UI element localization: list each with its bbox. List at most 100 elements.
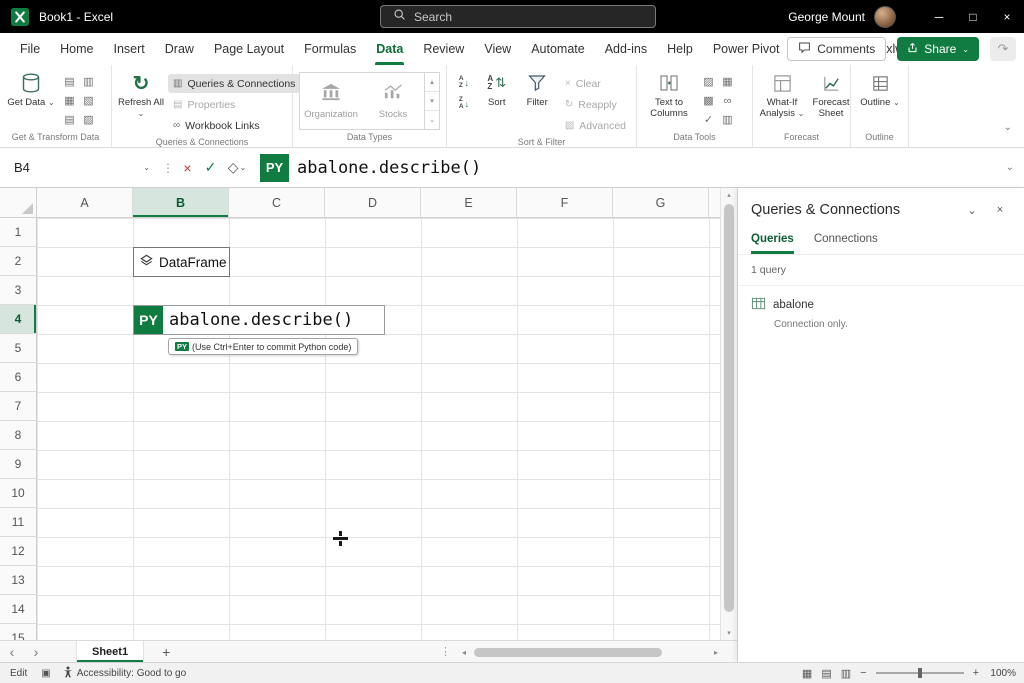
close-button[interactable]: × bbox=[990, 0, 1024, 33]
sort-az-button[interactable]: AZ ↓ bbox=[453, 73, 475, 92]
expand-formula-bar-button[interactable]: ⌄ bbox=[1006, 162, 1014, 173]
queries-connections-button[interactable]: ▥ Queries & Connections bbox=[168, 74, 300, 93]
text-to-columns-button[interactable]: Text to Columns bbox=[643, 69, 695, 119]
add-sheet-button[interactable]: + bbox=[162, 644, 170, 660]
column-header-b[interactable]: B bbox=[133, 188, 229, 218]
vertical-scrollbar[interactable]: ▴ ▾ bbox=[720, 188, 737, 640]
from-web-icon[interactable]: ▦ bbox=[60, 91, 79, 110]
sort-za-button[interactable]: ZA ↓ bbox=[453, 94, 475, 113]
normal-view-icon[interactable]: ▦ bbox=[802, 667, 812, 680]
existing-connections-icon[interactable]: ▧ bbox=[79, 91, 98, 110]
excel-app-icon[interactable] bbox=[10, 7, 30, 27]
tab-formulas[interactable]: Formulas bbox=[294, 33, 366, 65]
prev-sheet-button[interactable]: ‹ bbox=[0, 642, 24, 662]
relationships-icon[interactable]: ∞ bbox=[718, 91, 737, 110]
row-header-15[interactable]: 15 bbox=[0, 624, 37, 640]
refresh-all-button[interactable]: ↻ Refresh All ⌄ bbox=[118, 69, 164, 119]
sheet-tab-sheet1[interactable]: Sheet1 bbox=[76, 641, 144, 662]
row-header-1[interactable]: 1 bbox=[0, 218, 37, 247]
tab-add-ins[interactable]: Add-ins bbox=[595, 33, 657, 65]
zoom-slider[interactable] bbox=[876, 672, 964, 674]
row-header-9[interactable]: 9 bbox=[0, 450, 37, 479]
column-header-f[interactable]: F bbox=[517, 188, 613, 218]
column-header-a[interactable]: A bbox=[37, 188, 133, 218]
tab-file[interactable]: File bbox=[10, 33, 50, 65]
tab-page-layout[interactable]: Page Layout bbox=[204, 33, 294, 65]
tab-home[interactable]: Home bbox=[50, 33, 103, 65]
flash-fill-icon[interactable]: ▨ bbox=[699, 72, 718, 91]
cell-b2-dataframe[interactable]: DataFrame bbox=[133, 247, 230, 277]
cell-b4-edit[interactable]: PY abalone.describe() bbox=[133, 305, 385, 335]
consolidate-icon[interactable]: ▦ bbox=[718, 72, 737, 91]
minimize-button[interactable]: ─ bbox=[922, 0, 956, 33]
get-data-button[interactable]: Get Data ⌄ bbox=[6, 69, 56, 108]
data-type-button[interactable]: ◇ ⌄ bbox=[222, 159, 252, 176]
query-list-item[interactable]: abalone bbox=[738, 286, 1024, 316]
sheet-bar-divider[interactable]: ⋮ bbox=[440, 645, 451, 658]
row-header-12[interactable]: 12 bbox=[0, 537, 37, 566]
vertical-scrollbar-thumb[interactable] bbox=[724, 204, 734, 612]
pane-close-icon[interactable]: × bbox=[986, 204, 1014, 216]
row-header-8[interactable]: 8 bbox=[0, 421, 37, 450]
tab-data[interactable]: Data bbox=[366, 33, 413, 65]
page-layout-view-icon[interactable]: ▤ bbox=[821, 667, 831, 680]
replay-button[interactable]: ↷ bbox=[990, 37, 1016, 61]
column-header-c[interactable]: C bbox=[229, 188, 325, 218]
scroll-left-icon[interactable]: ◂ bbox=[458, 648, 470, 657]
row-header-11[interactable]: 11 bbox=[0, 508, 37, 537]
zoom-level[interactable]: 100% bbox=[988, 668, 1016, 679]
horizontal-scrollbar-thumb[interactable] bbox=[474, 648, 662, 657]
select-all-corner[interactable] bbox=[0, 188, 37, 218]
cells-canvas[interactable]: DataFrame PY abalone.describe() PY (Use … bbox=[37, 218, 737, 640]
pane-options-chevron-icon[interactable]: ⌄ bbox=[958, 204, 986, 217]
row-header-2[interactable]: 2 bbox=[0, 247, 37, 276]
pane-tab-connections[interactable]: Connections bbox=[814, 233, 878, 254]
row-header-13[interactable]: 13 bbox=[0, 566, 37, 595]
outline-button[interactable]: Outline ⌄ bbox=[857, 69, 903, 108]
cancel-button[interactable]: × bbox=[176, 160, 199, 176]
name-box[interactable]: B4 ⌄ bbox=[0, 148, 160, 188]
filter-button[interactable]: Filter bbox=[519, 69, 556, 108]
organization-data-type[interactable]: Organization bbox=[300, 73, 362, 129]
gallery-more-button[interactable]: ⌄ bbox=[425, 111, 439, 129]
scroll-right-icon[interactable]: ▸ bbox=[710, 648, 722, 657]
row-header-6[interactable]: 6 bbox=[0, 363, 37, 392]
avatar[interactable] bbox=[874, 6, 896, 28]
formula-input[interactable]: abalone.describe() bbox=[297, 158, 481, 178]
column-header-e[interactable]: E bbox=[421, 188, 517, 218]
zoom-out-button[interactable]: − bbox=[860, 667, 866, 679]
from-picture-icon[interactable]: ▨ bbox=[79, 110, 98, 129]
row-header-5[interactable]: 5 bbox=[0, 334, 37, 363]
from-text-csv-icon[interactable]: ▤ bbox=[60, 72, 79, 91]
advanced-filter-button[interactable]: ▧ Advanced bbox=[560, 116, 631, 135]
row-header-10[interactable]: 10 bbox=[0, 479, 37, 508]
tab-help[interactable]: Help bbox=[657, 33, 703, 65]
share-button[interactable]: Share ⌄ bbox=[897, 37, 979, 61]
tab-review[interactable]: Review bbox=[413, 33, 474, 65]
scroll-up-icon[interactable]: ▴ bbox=[721, 191, 737, 199]
zoom-in-button[interactable]: + bbox=[973, 667, 979, 679]
row-header-4[interactable]: 4 bbox=[0, 305, 37, 334]
column-header-d[interactable]: D bbox=[325, 188, 421, 218]
properties-button[interactable]: ▤ Properties bbox=[168, 95, 300, 114]
stocks-data-type[interactable]: Stocks bbox=[362, 73, 424, 129]
tab-insert[interactable]: Insert bbox=[104, 33, 155, 65]
reapply-button[interactable]: ↻ Reapply bbox=[560, 95, 631, 114]
pane-tab-queries[interactable]: Queries bbox=[751, 233, 794, 254]
gallery-scroll-down-button[interactable]: ▾ bbox=[425, 92, 439, 111]
tab-power-pivot[interactable]: Power Pivot bbox=[703, 33, 790, 65]
accessibility-checker[interactable]: Accessibility: Good to go bbox=[63, 666, 187, 681]
user-name[interactable]: George Mount bbox=[788, 10, 865, 24]
manage-data-model-icon[interactable]: ▥ bbox=[718, 110, 737, 129]
search-box[interactable]: Search bbox=[380, 5, 656, 28]
workbook-links-button[interactable]: ∞ Workbook Links bbox=[168, 116, 300, 135]
forecast-sheet-button[interactable]: Forecast Sheet bbox=[809, 69, 853, 119]
horizontal-scrollbar[interactable]: ◂ ▸ bbox=[458, 645, 722, 659]
data-validation-icon[interactable]: ✓ bbox=[699, 110, 718, 129]
from-table-range-icon[interactable]: ▤ bbox=[60, 110, 79, 129]
row-header-7[interactable]: 7 bbox=[0, 392, 37, 421]
remove-duplicates-icon[interactable]: ▩ bbox=[699, 91, 718, 110]
column-header-g[interactable]: G bbox=[613, 188, 709, 218]
sort-button[interactable]: AZ ⇅ Sort bbox=[479, 69, 515, 108]
page-break-view-icon[interactable]: ▥ bbox=[841, 667, 851, 680]
